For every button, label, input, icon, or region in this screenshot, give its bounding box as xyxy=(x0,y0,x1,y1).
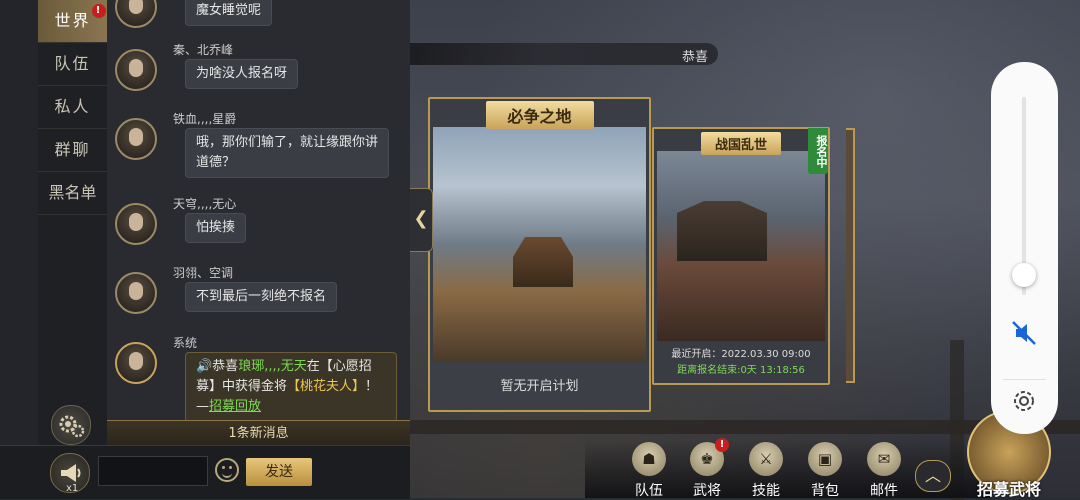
speaker-muted-icon xyxy=(1012,321,1036,345)
menu-team[interactable]: ☗ 队伍 xyxy=(624,440,674,499)
sender-name[interactable]: 羽翎、空调 xyxy=(173,264,233,281)
replay-link[interactable]: 招募回放 xyxy=(209,399,261,414)
announcement-text: 恭喜 xyxy=(682,50,709,65)
chat-panel: 世界 ! 队伍 私人 群聊 黑名单 魔女睡觉呢 秦、北乔峰 为啥没人报名呀 铁血… xyxy=(0,0,410,499)
system-avatar xyxy=(115,342,157,384)
player-name[interactable]: 琅琊,,,,无天 xyxy=(238,359,307,374)
item-name[interactable]: 【桃花夫人】 xyxy=(287,379,365,394)
system-prefix: 🔊恭喜 xyxy=(196,359,239,374)
avatar[interactable] xyxy=(115,203,157,245)
menu-label: 武将 xyxy=(693,483,721,499)
card-artwork xyxy=(657,151,825,341)
mail-icon: ✉ xyxy=(867,442,901,476)
message-line: 哦，那你们输了，就让缘跟你讲 xyxy=(196,135,379,150)
message-list[interactable]: 魔女睡觉呢 秦、北乔峰 为啥没人报名呀 铁血,,,,星爵 哦，那你们输了，就让缘… xyxy=(107,0,410,420)
battle-card-contested-land[interactable]: 必争之地 暂无开启计划 xyxy=(428,97,651,412)
message-bubble: 怕挨揍 xyxy=(185,213,247,243)
menu-general[interactable]: ♚ ! 武将 xyxy=(682,438,732,499)
system-dash: — xyxy=(196,399,209,414)
volume-divider xyxy=(1003,379,1046,380)
tab-private[interactable]: 私人 xyxy=(38,86,107,129)
tab-label: 世界 xyxy=(54,11,91,30)
volume-settings-button[interactable] xyxy=(1009,386,1039,416)
horn-count: x1 xyxy=(66,483,79,494)
announcement-bar[interactable]: ☰ 恭喜 xyxy=(368,43,718,65)
tab-label: 私人 xyxy=(54,97,91,116)
menu-skill[interactable]: ⚔ 技能 xyxy=(741,440,791,499)
card-title: 必争之地 xyxy=(485,101,594,129)
card-status: 暂无开启计划 xyxy=(500,379,579,394)
notification-badge: ! xyxy=(715,438,729,452)
tab-label: 群聊 xyxy=(54,140,91,159)
recruit-label: 招募武将 xyxy=(976,480,1041,499)
battle-card-warring-states[interactable]: 战国乱世 最近开启：2022.03.30 09:00 距离报名结束:0天 13:… xyxy=(652,127,830,385)
sender-name[interactable]: 天穹,,,,无心 xyxy=(173,195,236,212)
gear-icon xyxy=(59,415,85,438)
card-title: 战国乱世 xyxy=(700,132,782,155)
card-artwork xyxy=(433,127,646,362)
tab-team[interactable]: 队伍 xyxy=(38,43,107,86)
emoji-icon[interactable] xyxy=(215,458,239,482)
menu-bag[interactable]: ▣ 背包 xyxy=(800,440,850,499)
mute-button[interactable] xyxy=(1009,318,1039,348)
sender-name[interactable]: 秦、北乔峰 xyxy=(173,41,233,58)
message-bubble: 魔女睡觉呢 xyxy=(185,0,273,26)
avatar[interactable] xyxy=(115,49,157,91)
send-button[interactable]: 发送 xyxy=(246,458,312,486)
menu-label: 背包 xyxy=(811,483,839,499)
expand-menu-button[interactable]: ︿ xyxy=(915,460,951,492)
message-bubble: 哦，那你们输了，就让缘跟你讲 道德？ xyxy=(185,128,390,178)
skill-icon: ⚔ xyxy=(749,442,783,476)
collapse-chat-button[interactable]: ❮ xyxy=(410,188,433,252)
chevron-left-icon: ❮ xyxy=(413,208,429,229)
city-wall-art xyxy=(677,201,767,261)
avatar[interactable] xyxy=(115,0,157,28)
menu-label: 技能 xyxy=(752,483,780,499)
chevron-up-icon: ︿ xyxy=(924,466,941,485)
chat-settings-button[interactable] xyxy=(51,405,91,445)
tab-world[interactable]: 世界 ! xyxy=(38,0,107,43)
volume-slider-knob[interactable] xyxy=(1012,263,1036,288)
tab-label: 队伍 xyxy=(54,54,91,73)
tab-label: 黑名单 xyxy=(48,183,97,202)
bag-icon: ▣ xyxy=(808,442,842,476)
message-line: 道德？ xyxy=(196,155,236,170)
card-deadline: 距离报名结束:0天 13:18:56 xyxy=(677,365,805,376)
sender-name: 系统 xyxy=(173,336,198,350)
menu-label: 队伍 xyxy=(635,483,663,499)
team-icon: ☗ xyxy=(632,442,666,476)
menu-label: 邮件 xyxy=(870,483,898,499)
tab-blacklist[interactable]: 黑名单 xyxy=(38,172,107,215)
castle-art xyxy=(513,237,573,287)
avatar[interactable] xyxy=(115,118,157,160)
chat-input[interactable] xyxy=(98,456,208,486)
signup-status-badge: 报名中 xyxy=(808,128,828,174)
new-messages-banner[interactable]: 1条新消息 xyxy=(107,420,410,446)
card-open-time: 最近开启：2022.03.30 09:00 xyxy=(671,349,811,360)
message-bubble: 不到最后一刻绝不报名 xyxy=(185,282,338,312)
sender-name[interactable]: 铁血,,,,星爵 xyxy=(173,110,236,127)
chat-tabs: 世界 ! 队伍 私人 群聊 黑名单 xyxy=(38,0,107,445)
notification-badge: ! xyxy=(92,4,106,18)
menu-mail[interactable]: ✉ 邮件 xyxy=(859,440,909,499)
battle-card-partial[interactable] xyxy=(846,128,855,383)
message-bubble: 为啥没人报名呀 xyxy=(185,59,299,89)
avatar[interactable] xyxy=(115,272,157,314)
system-text-end: ！ xyxy=(365,379,379,394)
tab-group[interactable]: 群聊 xyxy=(38,129,107,172)
system-bubble: 🔊恭喜琅琊,,,,无天在【心愿招募】中获得金将【桃花夫人】！ —招募回放 xyxy=(185,352,397,420)
gear-icon xyxy=(1014,391,1034,411)
